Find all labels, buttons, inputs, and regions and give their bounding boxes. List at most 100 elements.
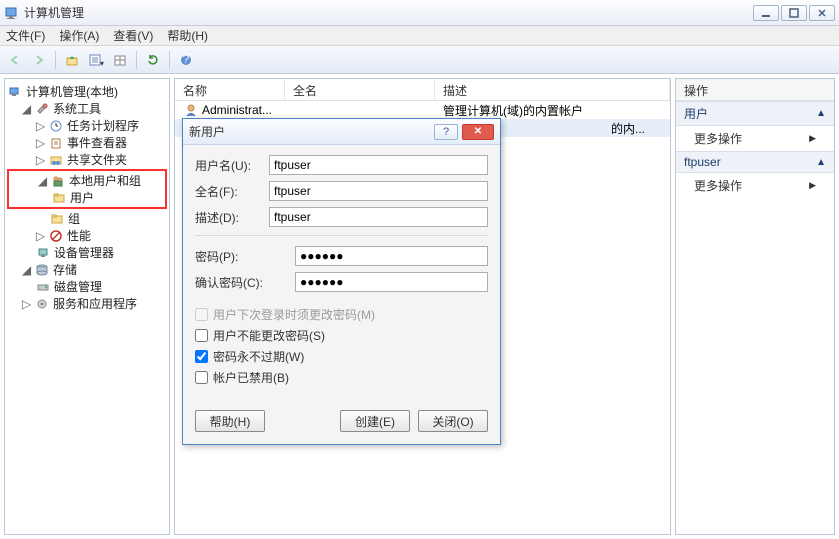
users-groups-icon	[50, 173, 66, 189]
tree-label: 共享文件夹	[67, 151, 127, 168]
expander-icon[interactable]: ▷	[21, 298, 32, 309]
check-label: 帐户已禁用(B)	[213, 369, 289, 386]
tree-device-manager[interactable]: 设备管理器	[7, 244, 167, 261]
minimize-button[interactable]	[753, 5, 779, 21]
tree-label: 设备管理器	[54, 244, 114, 261]
menu-action[interactable]: 操作(A)	[59, 27, 99, 44]
col-fullname[interactable]: 全名	[285, 79, 435, 100]
check-must-change: 用户下次登录时须更改密码(M)	[195, 306, 488, 323]
window-titlebar: 计算机管理	[0, 0, 839, 26]
expander-icon[interactable]: ▷	[35, 154, 46, 165]
tree-label: 系统工具	[53, 100, 101, 117]
highlighted-tree-section: ◢ 本地用户和组 用户	[7, 169, 167, 209]
export-list-button[interactable]	[109, 49, 131, 71]
shared-folder-icon	[48, 152, 64, 168]
toolbar-separator	[136, 51, 137, 69]
expander-icon[interactable]: ▷	[35, 230, 46, 241]
help-button[interactable]: ?	[175, 49, 197, 71]
cell-name: Administrat...	[202, 103, 272, 117]
app-icon	[4, 5, 20, 21]
password-label: 密码(P):	[195, 248, 295, 265]
toolbar-separator	[55, 51, 56, 69]
expander-icon[interactable]: ◢	[21, 103, 32, 114]
section-label: ftpuser	[684, 155, 721, 169]
expander-icon[interactable]: ◢	[21, 264, 32, 275]
actions-section-users[interactable]: 用户 ▲	[676, 101, 834, 126]
dialog-help-button[interactable]: ?	[434, 124, 458, 140]
never-expires-checkbox[interactable]	[195, 350, 208, 363]
list-row[interactable]: Administrat... 管理计算机(域)的内置帐户	[175, 101, 670, 119]
check-disabled[interactable]: 帐户已禁用(B)	[195, 369, 488, 386]
menu-help[interactable]: 帮助(H)	[167, 27, 208, 44]
password-input[interactable]	[295, 246, 488, 266]
tree-task-scheduler[interactable]: ▷ 任务计划程序	[7, 117, 167, 134]
tree-system-tools[interactable]: ◢ 系统工具	[7, 100, 167, 117]
tree-label: 组	[68, 210, 80, 227]
tree-groups[interactable]: 组	[7, 210, 167, 227]
refresh-button[interactable]	[142, 49, 164, 71]
toolbar: ?	[0, 46, 839, 74]
cell-description: 管理计算机(域)的内置帐户	[435, 101, 670, 120]
back-button[interactable]	[4, 49, 26, 71]
disabled-checkbox[interactable]	[195, 371, 208, 384]
fullname-label: 全名(F):	[195, 183, 269, 200]
dialog-title: 新用户	[189, 123, 434, 140]
confirm-input[interactable]	[295, 272, 488, 292]
tree-label: 用户	[70, 189, 94, 206]
expander-icon[interactable]: ▷	[35, 137, 46, 148]
actions-more-ftpuser[interactable]: 更多操作 ▶	[676, 173, 834, 198]
dialog-close-button[interactable]: ✕	[462, 124, 494, 140]
tree-label: 存储	[53, 261, 77, 278]
menu-view[interactable]: 查看(V)	[113, 27, 153, 44]
tree-users[interactable]: 用户	[9, 189, 165, 206]
tree-label: 磁盘管理	[54, 278, 102, 295]
expander-icon[interactable]: ◢	[37, 175, 48, 186]
properties-button[interactable]	[85, 49, 107, 71]
new-user-dialog: 新用户 ? ✕ 用户名(U): 全名(F): 描述(D):	[182, 118, 501, 445]
description-input[interactable]	[269, 207, 488, 227]
help-button[interactable]: 帮助(H)	[195, 410, 265, 432]
tree-services-apps[interactable]: ▷ 服务和应用程序	[7, 295, 167, 312]
username-input[interactable]	[269, 155, 488, 175]
user-icon	[183, 102, 199, 118]
folder-icon	[51, 190, 67, 206]
tree-disk-management[interactable]: 磁盘管理	[7, 278, 167, 295]
check-label: 用户不能更改密码(S)	[213, 327, 325, 344]
list-pane: 名称 全名 描述 Administrat... 管理计算机(域)的内置帐户 的内…	[174, 78, 671, 535]
expander-icon[interactable]: ▷	[35, 120, 46, 131]
toolbar-separator	[169, 51, 170, 69]
col-name[interactable]: 名称	[175, 79, 285, 100]
create-button[interactable]: 创建(E)	[340, 410, 410, 432]
cell-fullname	[285, 109, 435, 111]
fullname-input[interactable]	[269, 181, 488, 201]
check-never-expires[interactable]: 密码永不过期(W)	[195, 348, 488, 365]
tree-storage[interactable]: ◢ 存储	[7, 261, 167, 278]
check-cannot-change[interactable]: 用户不能更改密码(S)	[195, 327, 488, 344]
tree-event-viewer[interactable]: ▷ 事件查看器	[7, 134, 167, 151]
dialog-titlebar[interactable]: 新用户 ? ✕	[183, 119, 500, 145]
event-icon	[48, 135, 64, 151]
cannot-change-checkbox[interactable]	[195, 329, 208, 342]
col-description[interactable]: 描述	[435, 79, 670, 100]
svg-text:?: ?	[183, 53, 190, 66]
actions-more-users[interactable]: 更多操作 ▶	[676, 126, 834, 151]
submenu-icon: ▶	[809, 133, 816, 144]
close-button[interactable]: 关闭(O)	[418, 410, 488, 432]
tree-performance[interactable]: ▷ 性能	[7, 227, 167, 244]
check-label: 用户下次登录时须更改密码(M)	[213, 306, 375, 323]
section-label: 用户	[684, 105, 708, 122]
tree-root[interactable]: 计算机管理(本地)	[7, 83, 167, 100]
up-button[interactable]	[61, 49, 83, 71]
tree-shared-folders[interactable]: ▷ 共享文件夹	[7, 151, 167, 168]
username-label: 用户名(U):	[195, 157, 269, 174]
tree-local-users-groups[interactable]: ◢ 本地用户和组	[9, 172, 165, 189]
menu-file[interactable]: 文件(F)	[6, 27, 45, 44]
disk-icon	[35, 279, 51, 295]
maximize-button[interactable]	[781, 5, 807, 21]
actions-section-ftpuser[interactable]: ftpuser ▲	[676, 151, 834, 173]
tools-icon	[34, 101, 50, 117]
window-title: 计算机管理	[24, 4, 753, 21]
computer-icon	[7, 84, 23, 100]
close-button[interactable]	[809, 5, 835, 21]
forward-button[interactable]	[28, 49, 50, 71]
